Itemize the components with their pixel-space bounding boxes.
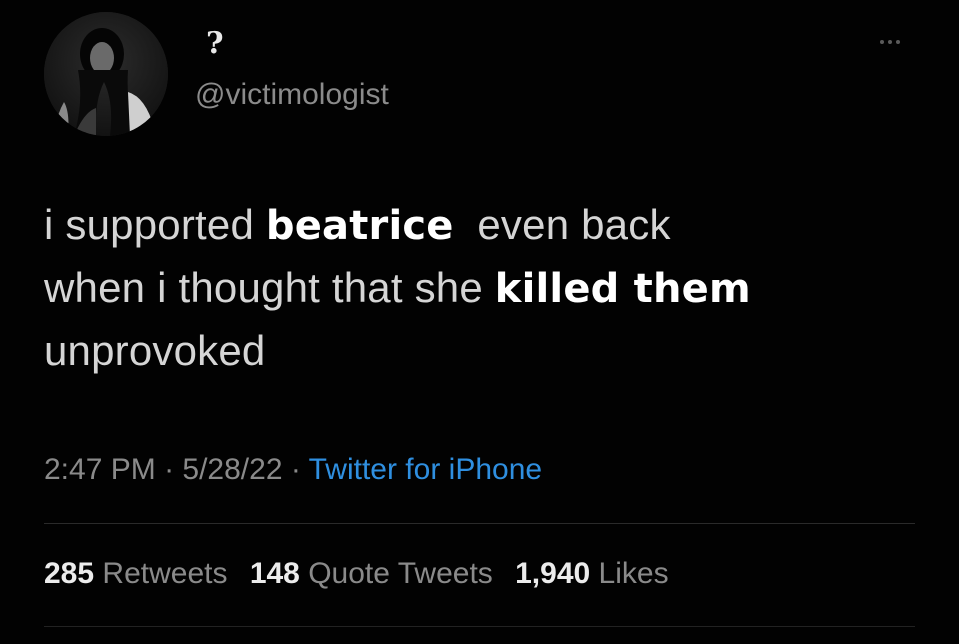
tweet-meta: 2:47 PM · 5/28/22 · Twitter for iPhone bbox=[44, 450, 542, 490]
tweet-time[interactable]: 2:47 PM bbox=[44, 453, 156, 486]
divider bbox=[44, 523, 915, 524]
retweets-stat[interactable]: 285 Retweets bbox=[44, 557, 227, 590]
meta-separator: · bbox=[155, 453, 183, 486]
tweet-text: i supported beatrice even back when i th… bbox=[44, 194, 934, 382]
profile-photo-avatar bbox=[44, 12, 168, 136]
tweet-line-2: when i thought that she killed them bbox=[44, 257, 934, 320]
quote-tweets-count: 148 bbox=[249, 557, 300, 590]
dot bbox=[888, 40, 892, 44]
avatar[interactable] bbox=[44, 12, 168, 136]
tweet-text-segment: when i thought that she bbox=[44, 264, 495, 311]
tweet-line-3: unprovoked bbox=[44, 327, 266, 374]
tweet-bold-segment: killed them bbox=[494, 266, 751, 312]
tweet-source-link[interactable]: Twitter for iPhone bbox=[309, 453, 542, 486]
divider bbox=[44, 626, 915, 627]
tweet-bold-segment: beatrice bbox=[265, 203, 454, 249]
tweet-text-segment: even back bbox=[453, 201, 671, 248]
more-options-icon[interactable] bbox=[870, 32, 910, 52]
dot bbox=[896, 40, 900, 44]
tweet-text-segment: i supported bbox=[44, 201, 266, 248]
quote-tweets-label: Quote Tweets bbox=[308, 557, 493, 590]
likes-label: Likes bbox=[598, 557, 669, 590]
likes-stat[interactable]: 1,940 Likes bbox=[515, 557, 668, 590]
retweets-count: 285 bbox=[44, 557, 95, 590]
tweet-stats: 285 Retweets 148 Quote Tweets 1,940 Like… bbox=[44, 554, 669, 594]
likes-count: 1,940 bbox=[515, 557, 591, 590]
dot bbox=[880, 40, 884, 44]
meta-separator: · bbox=[282, 453, 309, 486]
author-handle[interactable]: @victimologist bbox=[195, 78, 389, 112]
tweet-card: ? @victimologist i supported beatrice ev… bbox=[0, 0, 959, 644]
retweets-label: Retweets bbox=[102, 557, 228, 590]
author-display-name[interactable]: ? bbox=[206, 26, 224, 62]
tweet-date[interactable]: 5/28/22 bbox=[182, 453, 282, 486]
quote-tweets-stat[interactable]: 148 Quote Tweets bbox=[250, 557, 493, 590]
tweet-line-1: i supported beatrice even back bbox=[44, 194, 934, 257]
